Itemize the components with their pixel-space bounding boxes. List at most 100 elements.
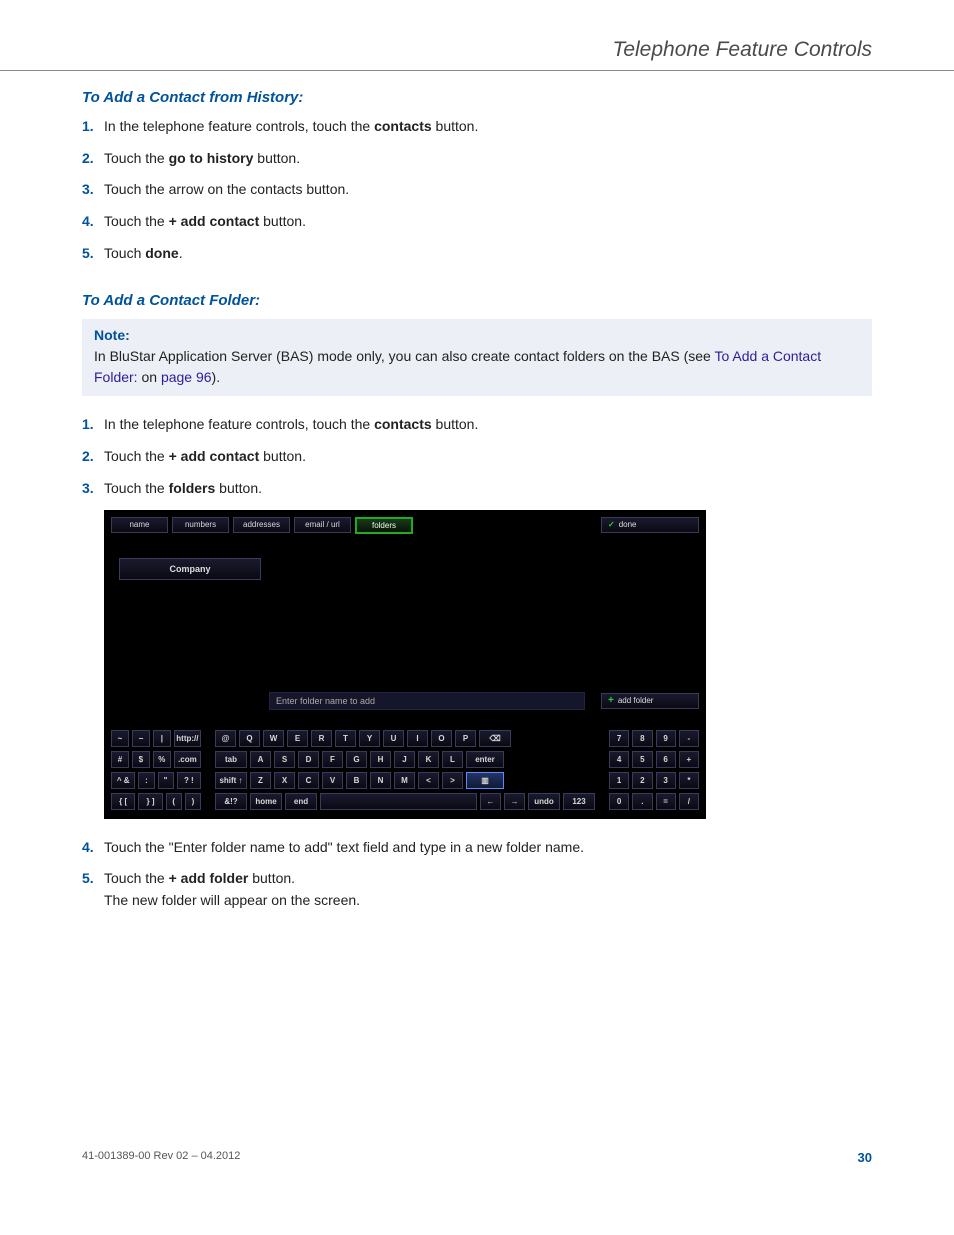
folder-step-4: Touch the "Enter folder name to add" tex… — [82, 837, 872, 859]
keyboard-key[interactable]: I — [407, 730, 428, 747]
keyboard-key[interactable]: 123 — [563, 793, 595, 810]
keyboard-key[interactable]: 5 — [632, 751, 652, 768]
keyboard-key[interactable]: .com — [174, 751, 201, 768]
keyboard-key[interactable]: W — [263, 730, 284, 747]
keyboard-key[interactable]: ) — [185, 793, 201, 810]
keyboard-key[interactable]: 4 — [609, 751, 629, 768]
keyboard-key[interactable]: 6 — [656, 751, 676, 768]
keyboard-key[interactable]: J — [394, 751, 415, 768]
keyboard-key[interactable]: X — [274, 772, 295, 789]
keyboard-key[interactable]: N — [370, 772, 391, 789]
keyboard-key[interactable]: ^ & — [111, 772, 135, 789]
keyboard-key[interactable]: E — [287, 730, 308, 747]
note-link-page-ref[interactable]: page 96 — [161, 369, 212, 385]
keyboard-key[interactable] — [320, 793, 477, 810]
keyboard-key[interactable]: U — [383, 730, 404, 747]
tab-addresses[interactable]: addresses — [233, 517, 290, 533]
keyboard-key[interactable]: H — [370, 751, 391, 768]
keyboard-key[interactable]: . — [632, 793, 652, 810]
keyboard-key[interactable]: # — [111, 751, 129, 768]
keyboard-key[interactable]: 0 — [609, 793, 629, 810]
done-button[interactable]: ✓ done — [601, 517, 699, 533]
keyboard-key[interactable]: - — [679, 730, 699, 747]
keyboard-key[interactable]: { [ — [111, 793, 135, 810]
keyboard-key[interactable]: 9 — [656, 730, 676, 747]
keyboard-key[interactable]: F — [322, 751, 343, 768]
keyboard-key[interactable]: O — [431, 730, 452, 747]
keyboard-key[interactable]: D — [298, 751, 319, 768]
keyboard-key[interactable]: L — [442, 751, 463, 768]
keyboard-key[interactable]: home — [250, 793, 282, 810]
keyboard-key[interactable]: 8 — [632, 730, 652, 747]
keyboard-key[interactable]: Z — [250, 772, 271, 789]
keyboard-key[interactable]: ⌫ — [479, 730, 511, 747]
heading-add-from-history: To Add a Contact from History: — [82, 89, 872, 106]
keyboard-key[interactable]: > — [442, 772, 463, 789]
keyboard-key[interactable]: enter — [466, 751, 504, 768]
folders-screenshot: name numbers addresses email / url folde… — [104, 510, 706, 819]
page-number: 30 — [858, 1150, 872, 1165]
plus-icon: + — [608, 697, 614, 705]
tab-name[interactable]: name — [111, 517, 168, 533]
keyboard-key[interactable]: R — [311, 730, 332, 747]
footer-revision: 41-001389-00 Rev 02 – 04.2012 — [82, 1150, 240, 1165]
keyboard-key[interactable]: &!? — [215, 793, 247, 810]
keyboard-key[interactable]: | — [153, 730, 171, 747]
keyboard-key[interactable]: / — [679, 793, 699, 810]
keyboard-key[interactable]: @ — [215, 730, 236, 747]
keyboard-key[interactable]: M — [394, 772, 415, 789]
keyboard-key[interactable]: " — [158, 772, 174, 789]
keyboard-key[interactable]: $ — [132, 751, 150, 768]
keyboard-key[interactable]: V — [322, 772, 343, 789]
add-folder-button[interactable]: + add folder — [601, 693, 699, 709]
header-rule — [0, 70, 954, 71]
keyboard-key[interactable]: ← — [480, 793, 501, 810]
keyboard-key[interactable]: C — [298, 772, 319, 789]
page-header: Telephone Feature Controls — [82, 38, 872, 70]
steps-folder-1: In the telephone feature controls, touch… — [82, 414, 872, 499]
note-title: Note: — [94, 325, 860, 346]
keyboard-key[interactable]: * — [679, 772, 699, 789]
keyboard-key[interactable]: − — [132, 730, 150, 747]
folder-name-input[interactable]: Enter folder name to add — [269, 692, 585, 710]
keyboard-key[interactable]: undo — [528, 793, 560, 810]
keyboard-key[interactable]: ▥ — [466, 772, 504, 789]
keyboard-key[interactable]: : — [138, 772, 154, 789]
keyboard-key[interactable]: → — [504, 793, 525, 810]
keyboard-key[interactable]: < — [418, 772, 439, 789]
history-step-2: Touch the go to history button. — [82, 148, 872, 170]
keyboard-key[interactable]: + — [679, 751, 699, 768]
keyboard-key[interactable]: B — [346, 772, 367, 789]
keyboard-key[interactable]: 3 — [656, 772, 676, 789]
keyboard-key[interactable]: ~ — [111, 730, 129, 747]
keyboard-key[interactable]: S — [274, 751, 295, 768]
tab-numbers[interactable]: numbers — [172, 517, 229, 533]
keyboard-key[interactable]: A — [250, 751, 271, 768]
folder-step-5-sub: The new folder will appear on the screen… — [104, 890, 872, 912]
keyboard-key[interactable]: P — [455, 730, 476, 747]
keyboard-key[interactable]: 1 — [609, 772, 629, 789]
keyboard-key[interactable]: tab — [215, 751, 247, 768]
company-folder-button[interactable]: Company — [119, 558, 261, 580]
keyboard-key[interactable]: ? ! — [177, 772, 201, 789]
on-screen-keyboard: ~−|http:// #$%.com ^ &:"? ! { [} ]() @QWERTY… — [105, 716, 705, 818]
keyboard-key[interactable]: Q — [239, 730, 260, 747]
keyboard-key[interactable]: % — [153, 751, 171, 768]
keyboard-key[interactable]: 2 — [632, 772, 652, 789]
keyboard-key[interactable]: Y — [359, 730, 380, 747]
folder-step-1: In the telephone feature controls, touch… — [82, 414, 872, 436]
keyboard-key[interactable]: = — [656, 793, 676, 810]
keyboard-key[interactable]: G — [346, 751, 367, 768]
keyboard-key[interactable]: T — [335, 730, 356, 747]
keyboard-key[interactable]: K — [418, 751, 439, 768]
keyboard-key[interactable]: http:// — [174, 730, 201, 747]
keyboard-key[interactable]: 7 — [609, 730, 629, 747]
tab-email-url[interactable]: email / url — [294, 517, 351, 533]
keyboard-key[interactable]: end — [285, 793, 317, 810]
history-step-1: In the telephone feature controls, touch… — [82, 116, 872, 138]
keyboard-key[interactable]: } ] — [138, 793, 162, 810]
keyboard-key[interactable]: shift ↑ — [215, 772, 247, 789]
note-box: Note: In BluStar Application Server (BAS… — [82, 319, 872, 396]
tab-folders[interactable]: folders — [355, 517, 413, 534]
keyboard-key[interactable]: ( — [166, 793, 182, 810]
